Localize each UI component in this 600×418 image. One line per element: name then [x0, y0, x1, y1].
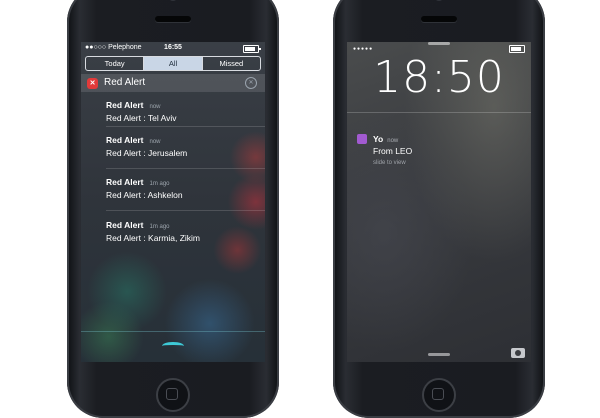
control-center-grabber[interactable]: [428, 353, 450, 356]
notification-body: Red Alert : Ashkelon: [106, 190, 183, 200]
notification-body: Red Alert : Tel Aviv: [106, 113, 177, 123]
notification-time: now: [387, 138, 399, 144]
clear-notifications-button[interactable]: ✕: [245, 77, 257, 89]
battery-icon: [243, 45, 261, 53]
notification-body: From LEO: [373, 146, 413, 156]
home-button[interactable]: [422, 378, 456, 412]
lock-screen: ●●●●● 18:50 Yo now From LEO slide to view: [347, 42, 531, 362]
notification-tabs: Today All Missed: [85, 56, 261, 71]
notification-center-screen: ●●○○○ Pelephone 16:55 Today All Missed R…: [81, 42, 265, 362]
earpiece-speaker: [421, 16, 457, 22]
divider: [106, 168, 265, 169]
notification-item[interactable]: Red Alert now Red Alert : Tel Aviv: [106, 100, 261, 123]
notification-item[interactable]: Red Alert now Red Alert : Jerusalem: [106, 135, 261, 158]
status-time: 16:55: [164, 44, 182, 51]
tab-all[interactable]: All: [144, 57, 203, 70]
slide-to-view-hint: slide to view: [373, 160, 406, 166]
status-bar: ●●○○○ Pelephone 16:55: [81, 42, 265, 54]
lock-clock: 18:50: [373, 52, 505, 103]
divider: [106, 126, 265, 127]
red-alert-app-icon: [87, 78, 98, 89]
divider: [106, 210, 265, 211]
notification-title: Red Alert: [106, 100, 144, 110]
tab-today[interactable]: Today: [86, 57, 145, 70]
close-handle-icon[interactable]: [162, 342, 184, 350]
notification-time: now: [149, 139, 161, 145]
notification-time: now: [149, 104, 161, 110]
tab-missed[interactable]: Missed: [203, 57, 260, 70]
notification-time: 1m ago: [149, 181, 170, 187]
earpiece-speaker: [155, 16, 191, 22]
notification-title: Red Alert: [106, 220, 144, 230]
notification-item[interactable]: Red Alert 1m ago Red Alert : Ashkelon: [106, 177, 261, 200]
notification-time: 1m ago: [149, 224, 170, 230]
notification-grabber[interactable]: [428, 42, 450, 45]
left-iphone: ●●○○○ Pelephone 16:55 Today All Missed R…: [67, 0, 279, 418]
notification-app-name: Yo: [373, 134, 384, 144]
lock-notification-title[interactable]: Yo now: [373, 134, 398, 144]
notification-body: Red Alert : Karmia, Zikim: [106, 233, 200, 243]
app-group-name: Red Alert: [104, 77, 146, 88]
notification-title: Red Alert: [106, 177, 144, 187]
camera-icon[interactable]: [511, 348, 525, 358]
home-button[interactable]: [156, 378, 190, 412]
yo-app-icon: [357, 134, 367, 144]
divider: [347, 112, 531, 113]
notification-body: Red Alert : Jerusalem: [106, 148, 188, 158]
app-group-header: Red Alert ✕: [81, 74, 265, 92]
right-iphone: ●●●●● 18:50 Yo now From LEO slide to view: [333, 0, 545, 418]
notification-item[interactable]: Red Alert 1m ago Red Alert : Karmia, Ziki…: [106, 220, 261, 243]
notification-title: Red Alert: [106, 135, 144, 145]
bottom-separator: [81, 331, 265, 332]
